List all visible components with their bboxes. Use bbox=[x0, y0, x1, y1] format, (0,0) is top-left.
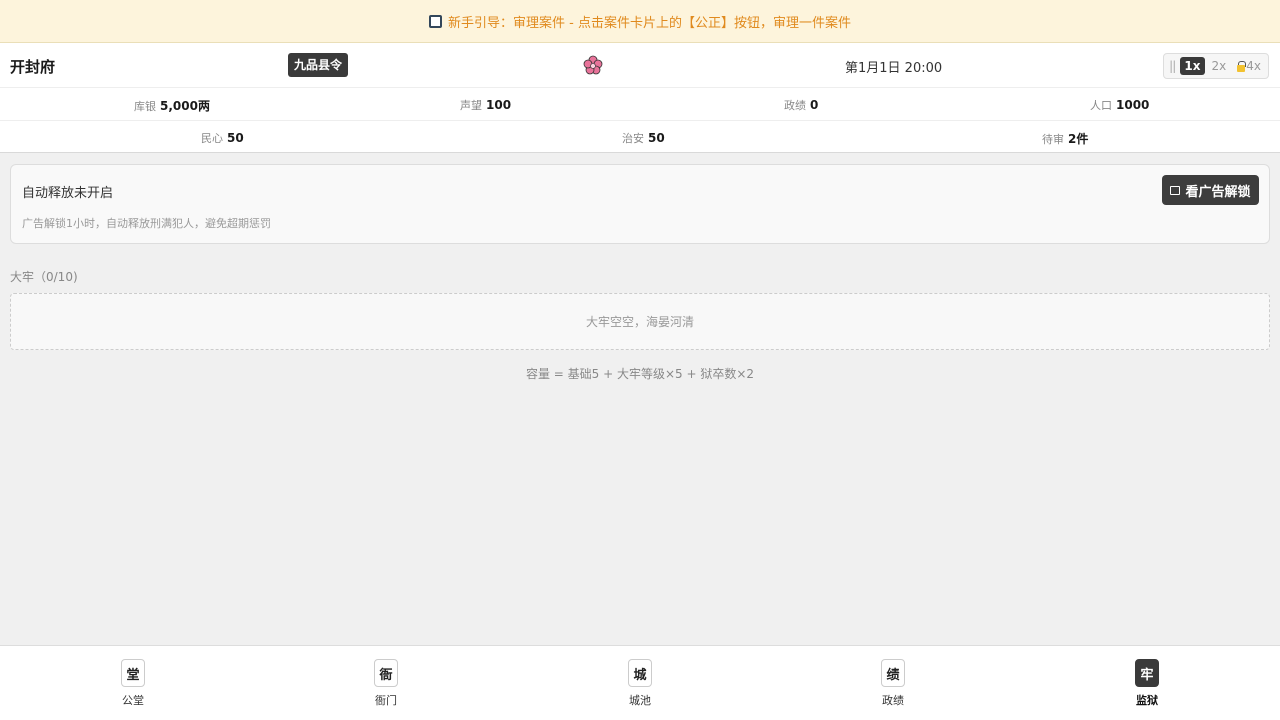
capacity-formula: 容量 = 基础5 + 大牢等级×5 + 狱卒数×2 bbox=[525, 367, 755, 381]
bottom-nav: 堂 公堂 衙 衙门 城 城池 绩 政绩 牢 监狱 bbox=[0, 645, 1280, 720]
stat-pending-cases: 待审 2件 bbox=[1042, 130, 1088, 147]
jail-title: 大牢（0/10) bbox=[10, 270, 78, 284]
stat-label: 声望 bbox=[460, 99, 482, 112]
yamen-icon: 衙 bbox=[374, 659, 398, 687]
lock-icon bbox=[1237, 60, 1247, 72]
header: 开封府 九品县令 第1月1日 20:00 || 1x 2x 4x 库银 5,00… bbox=[0, 43, 1280, 153]
stat-label: 人口 bbox=[1090, 99, 1112, 112]
stat-silver: 库银 5,000两 bbox=[134, 97, 210, 114]
top-bar: 开封府 九品县令 第1月1日 20:00 || 1x 2x 4x bbox=[0, 43, 1280, 88]
stat-label: 治安 bbox=[622, 132, 644, 145]
auto-release-card: 自动释放未开启 广告解锁1小时，自动释放刑满犯人，避免超期惩罚 看广告解锁 bbox=[10, 164, 1270, 244]
stat-value: 50 bbox=[648, 131, 665, 145]
court-icon: 堂 bbox=[121, 659, 145, 687]
stat-merit: 政绩 0 bbox=[784, 97, 818, 113]
rank-badge[interactable]: 九品县令 bbox=[288, 53, 349, 77]
flower-icon[interactable] bbox=[583, 55, 603, 75]
stat-label: 民心 bbox=[201, 132, 223, 145]
game-date: 第1月1日 20:00 bbox=[845, 61, 943, 76]
stat-value: 0 bbox=[810, 98, 819, 112]
stat-morale: 民心 50 bbox=[201, 130, 244, 146]
watch-ad-unlock-button[interactable]: 看广告解锁 bbox=[1162, 175, 1259, 205]
stats-row-2: 民心 50 治安 50 待审 2件 bbox=[0, 121, 1280, 154]
speed-2x-button[interactable]: 2x bbox=[1208, 57, 1231, 75]
nav-label: 城池 bbox=[629, 694, 651, 707]
city-icon: 城 bbox=[628, 659, 652, 687]
stat-population: 人口 1000 bbox=[1090, 97, 1149, 113]
prison-icon: 牢 bbox=[1135, 659, 1159, 687]
merit-icon: 绩 bbox=[881, 659, 905, 687]
nav-label: 政绩 bbox=[882, 694, 904, 707]
auto-release-title: 自动释放未开启 bbox=[22, 186, 114, 201]
stat-value: 50 bbox=[227, 131, 244, 145]
stat-value: 100 bbox=[486, 98, 512, 112]
speed-1x-button[interactable]: 1x bbox=[1180, 57, 1205, 75]
speed-4x-button[interactable]: 4x bbox=[1233, 57, 1265, 75]
jail-empty-box: 大牢空空，海晏河清 bbox=[10, 293, 1270, 350]
nav-label: 衙门 bbox=[375, 694, 397, 707]
nav-item-yamen[interactable]: 衙 衙门 bbox=[356, 659, 416, 708]
stats-row-1: 库银 5,000两 声望 100 政绩 0 人口 1000 bbox=[0, 88, 1280, 121]
pause-button[interactable]: || bbox=[1167, 59, 1177, 73]
checkbox-icon bbox=[429, 14, 443, 28]
speed-control: || 1x 2x 4x bbox=[1163, 53, 1269, 79]
nav-item-city[interactable]: 城 城池 bbox=[610, 659, 670, 708]
stat-value: 1000 bbox=[1116, 98, 1150, 112]
guide-banner: 新手引导：审理案件 - 点击案件卡片上的【公正】按钮，审理一件案件 bbox=[0, 0, 1280, 43]
auto-release-desc: 广告解锁1小时，自动释放刑满犯人，避免超期惩罚 bbox=[22, 217, 271, 230]
stat-value: 2件 bbox=[1068, 132, 1089, 146]
nav-item-prison[interactable]: 牢 监狱 bbox=[1117, 659, 1177, 708]
stat-security: 治安 50 bbox=[622, 130, 665, 146]
tv-icon bbox=[1170, 185, 1181, 195]
jail-empty-text: 大牢空空，海晏河清 bbox=[585, 315, 694, 329]
stat-value: 5,000两 bbox=[160, 99, 210, 113]
stat-label: 待审 bbox=[1042, 133, 1064, 146]
stat-reputation: 声望 100 bbox=[460, 97, 511, 113]
nav-label: 公堂 bbox=[122, 694, 144, 707]
stat-label: 库银 bbox=[134, 100, 156, 113]
nav-item-merit[interactable]: 绩 政绩 bbox=[863, 659, 923, 708]
nav-label: 监狱 bbox=[1136, 694, 1158, 707]
guide-text: 新手引导：审理案件 - 点击案件卡片上的【公正】按钮，审理一件案件 bbox=[448, 15, 851, 31]
speed-4x-label: 4x bbox=[1246, 59, 1261, 73]
watch-ad-label: 看广告解锁 bbox=[1185, 184, 1251, 200]
nav-item-court[interactable]: 堂 公堂 bbox=[103, 659, 163, 708]
city-name: 开封府 bbox=[10, 58, 56, 76]
stat-label: 政绩 bbox=[784, 99, 806, 112]
